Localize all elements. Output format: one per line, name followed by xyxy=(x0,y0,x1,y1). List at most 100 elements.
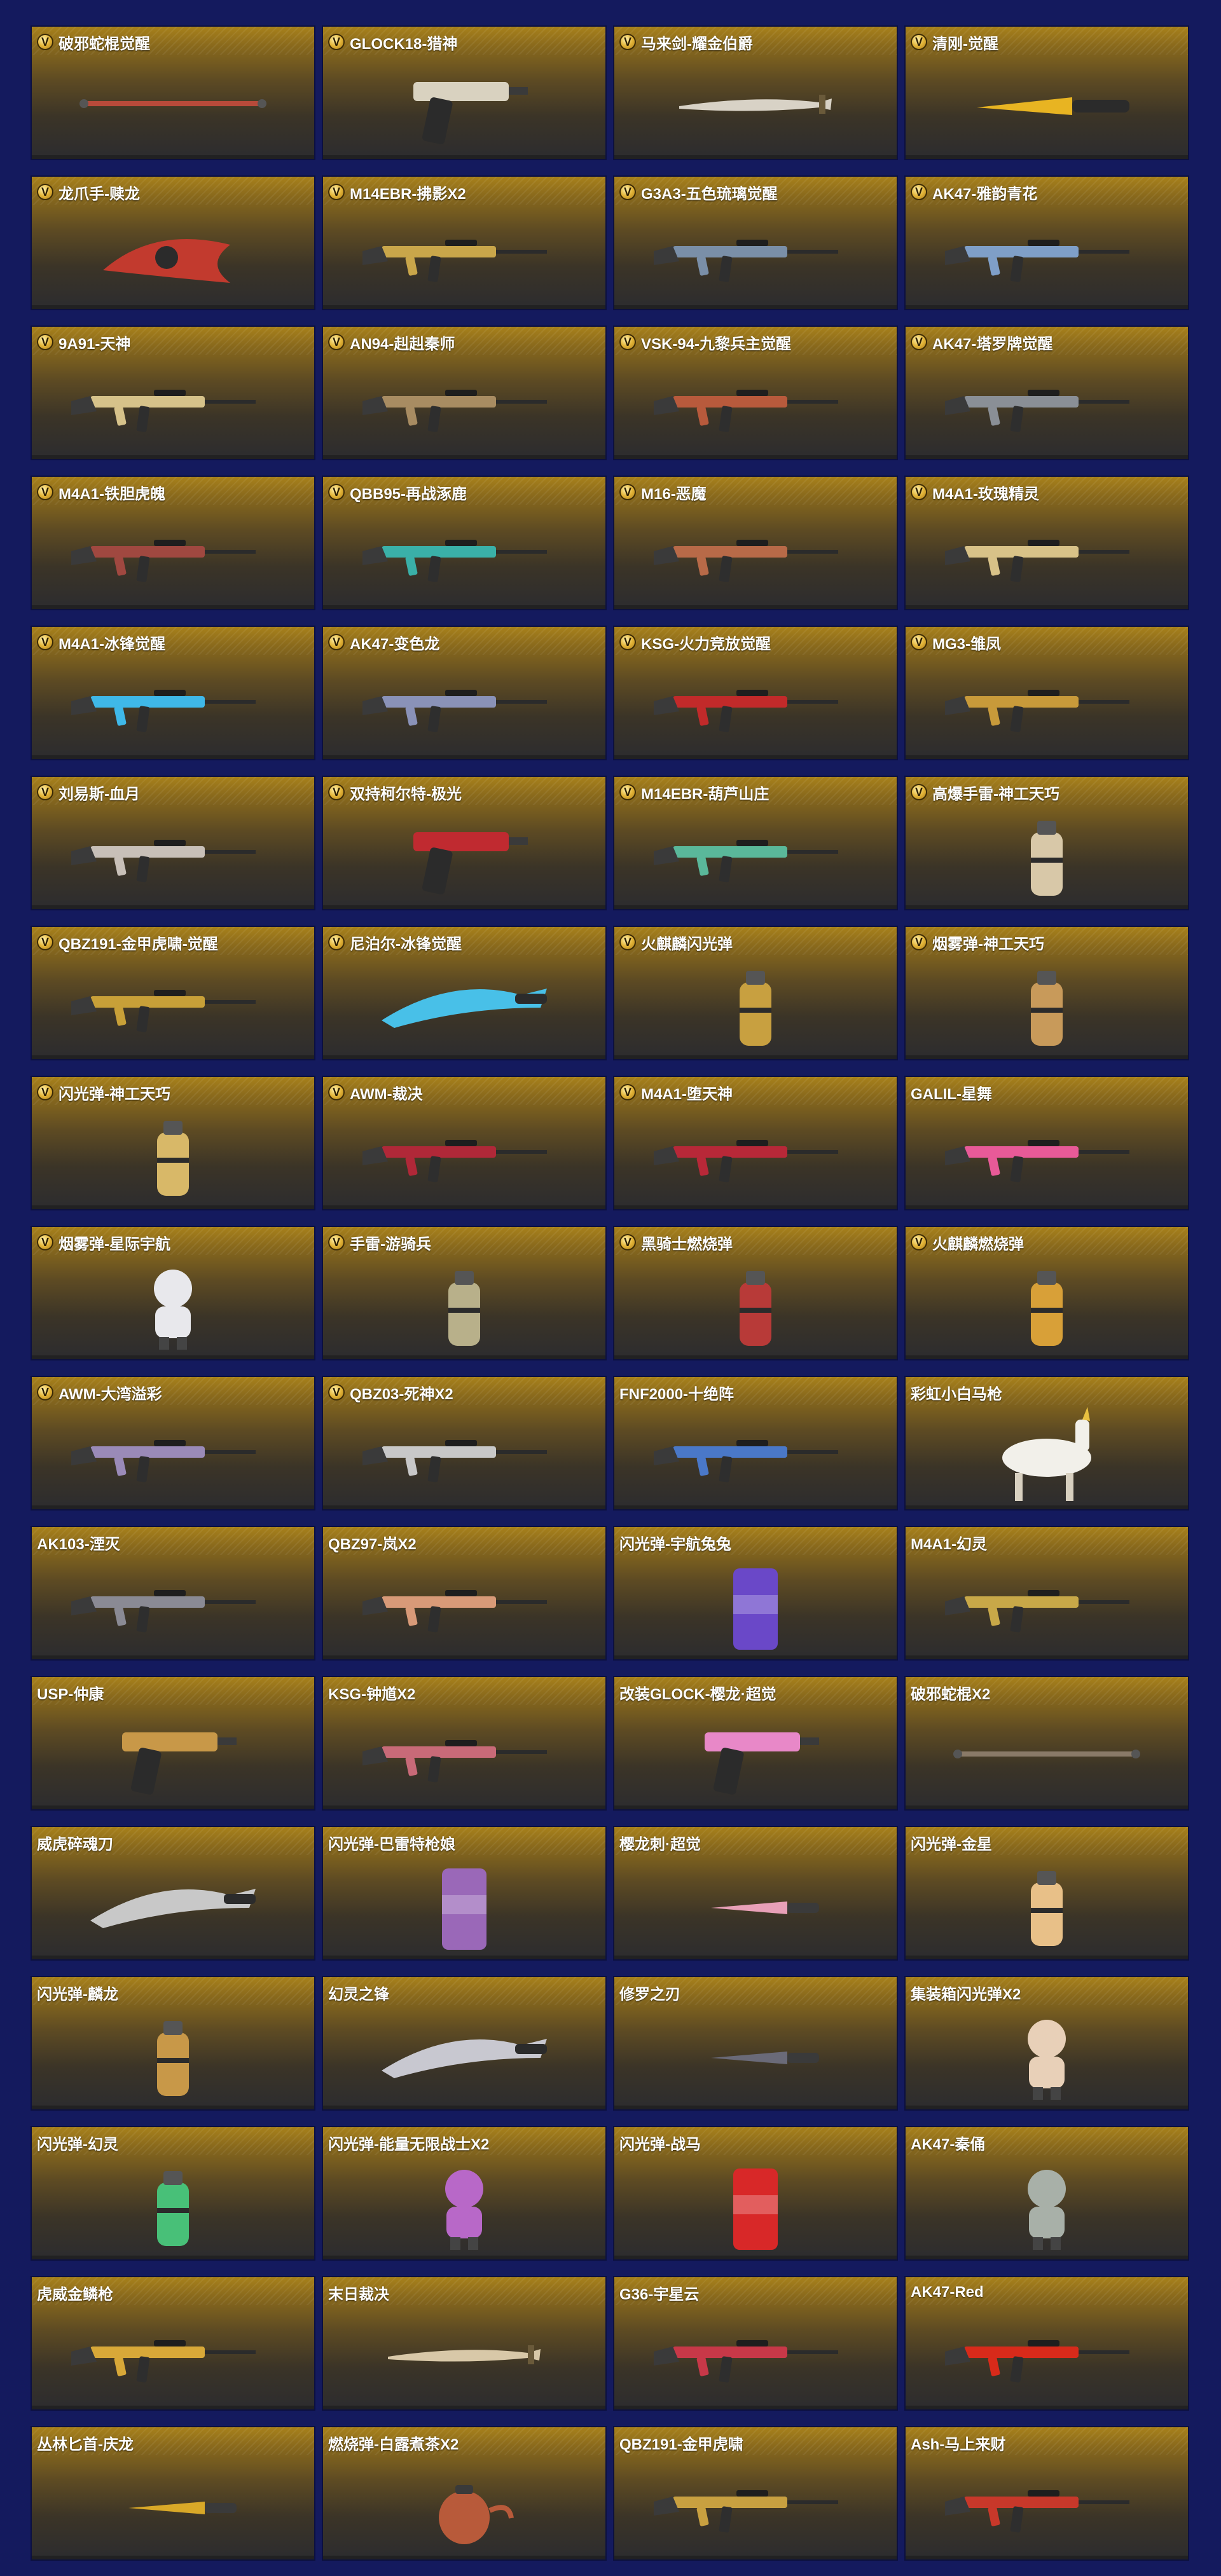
item-card[interactable]: V M14EBR-拂影X2 xyxy=(322,175,607,310)
v-badge-icon: V xyxy=(37,1384,53,1401)
v-badge-icon: V xyxy=(619,1084,636,1100)
card-header: V G3A3-五色琉璃觉醒 xyxy=(619,182,892,203)
item-card[interactable]: AK103-湮灭 xyxy=(31,1526,315,1661)
item-card[interactable]: USP-仲康 xyxy=(31,1676,315,1811)
item-card[interactable]: V AWM-大湾溢彩 xyxy=(31,1376,315,1511)
item-card[interactable]: V 手雷-游骑兵 xyxy=(322,1226,607,1360)
item-image xyxy=(32,205,314,304)
item-card[interactable]: 改装GLOCK-樱龙·超觉 xyxy=(613,1676,898,1811)
item-image xyxy=(906,2005,1188,2104)
item-name: QBB95-再战涿鹿 xyxy=(350,485,467,503)
item-name: KSG-火力竞放觉醒 xyxy=(641,635,771,653)
rifle-icon xyxy=(945,1140,1129,1182)
item-image xyxy=(906,55,1188,154)
item-card[interactable]: V 尼泊尔-冰锋觉醒 xyxy=(322,926,607,1060)
item-card[interactable]: 闪光弹-幻灵 xyxy=(31,2126,315,2261)
item-card[interactable]: 闪光弹-金星 xyxy=(904,1826,1189,1961)
item-card[interactable]: QBZ191-金甲虎啸 xyxy=(613,2426,898,2561)
item-card[interactable]: FNF2000-十绝阵 xyxy=(613,1376,898,1511)
item-card[interactable]: 集装箱闪光弹X2 xyxy=(904,1976,1189,2111)
item-card[interactable]: V M4A1-堕天神 xyxy=(613,1076,898,1210)
item-card[interactable]: 破邪蛇棍X2 xyxy=(904,1676,1189,1811)
item-image xyxy=(614,205,897,304)
item-card[interactable]: GALIL-星舞 xyxy=(904,1076,1189,1210)
item-card[interactable]: 修罗之刃 xyxy=(613,1976,898,2111)
rifle-icon xyxy=(71,390,256,432)
card-header: V 马来剑-耀金伯爵 xyxy=(619,32,892,53)
item-card[interactable]: V 黑骑士燃烧弹 xyxy=(613,1226,898,1360)
item-card[interactable]: V AK47-变色龙 xyxy=(322,626,607,760)
item-card[interactable]: V AK47-塔罗牌觉醒 xyxy=(904,325,1189,460)
item-card[interactable]: 虎威金鳞枪 xyxy=(31,2276,315,2411)
item-card[interactable]: 丛林匕首-庆龙 xyxy=(31,2426,315,2561)
item-card[interactable]: G36-宇星云 xyxy=(613,2276,898,2411)
item-card[interactable]: QBZ97-岚X2 xyxy=(322,1526,607,1661)
item-name: 樱龙刺·超觉 xyxy=(619,1835,701,1853)
item-card[interactable]: V M4A1-冰锋觉醒 xyxy=(31,626,315,760)
item-card[interactable]: AK47-秦俑 xyxy=(904,2126,1189,2261)
item-card[interactable]: V G3A3-五色琉璃觉醒 xyxy=(613,175,898,310)
v-badge-icon: V xyxy=(911,184,927,200)
item-card[interactable]: V AN94-赳赳秦师 xyxy=(322,325,607,460)
item-card[interactable]: V GLOCK18-猎神 xyxy=(322,25,607,160)
item-card[interactable]: V 火麒麟闪光弹 xyxy=(613,926,898,1060)
item-name: 幻灵之锋 xyxy=(328,1985,389,2003)
item-card[interactable]: V 刘易斯-血月 xyxy=(31,776,315,910)
item-image xyxy=(906,1705,1188,1804)
item-card[interactable]: V 清刚-觉醒 xyxy=(904,25,1189,160)
item-card[interactable]: 幻灵之锋 xyxy=(322,1976,607,2111)
item-card[interactable]: 末日裁决 xyxy=(322,2276,607,2411)
card-header: 幻灵之锋 xyxy=(328,1982,600,2003)
card-header: 威虎碎魂刀 xyxy=(37,1832,309,1853)
item-card[interactable]: 闪光弹-麟龙 xyxy=(31,1976,315,2111)
item-card[interactable]: V AK47-雅韵青花 xyxy=(904,175,1189,310)
v-badge-icon: V xyxy=(619,184,636,200)
item-card[interactable]: V M4A1-铁胆虎魄 xyxy=(31,476,315,610)
item-image xyxy=(906,1105,1188,1204)
item-card[interactable]: 燃烧弹-白露煮茶X2 xyxy=(322,2426,607,2561)
item-card[interactable]: 闪光弹-能量无限战士X2 xyxy=(322,2126,607,2261)
item-card[interactable]: M4A1-幻灵 xyxy=(904,1526,1189,1661)
item-card[interactable]: V KSG-火力竞放觉醒 xyxy=(613,626,898,760)
v-badge-icon: V xyxy=(619,34,636,50)
item-card[interactable]: V QBZ191-金甲虎啸-觉醒 xyxy=(31,926,315,1060)
item-image xyxy=(323,2305,605,2404)
card-header: V 破邪蛇棍觉醒 xyxy=(37,32,309,53)
item-card[interactable]: V AWM-裁决 xyxy=(322,1076,607,1210)
item-name: 双持柯尔特-极光 xyxy=(350,785,462,803)
item-card[interactable]: V MG3-雏凤 xyxy=(904,626,1189,760)
item-card[interactable]: V 破邪蛇棍觉醒 xyxy=(31,25,315,160)
item-image xyxy=(32,1855,314,1954)
item-card[interactable]: V 9A91-天神 xyxy=(31,325,315,460)
item-card[interactable]: 彩虹小白马枪 xyxy=(904,1376,1189,1511)
shotgun-icon xyxy=(362,1740,547,1783)
item-image xyxy=(614,505,897,604)
card-header: V 高爆手雷-神工天巧 xyxy=(911,782,1183,803)
item-card[interactable]: V 高爆手雷-神工天巧 xyxy=(904,776,1189,910)
item-card[interactable]: 樱龙刺·超觉 xyxy=(613,1826,898,1961)
item-card[interactable]: V VSK-94-九黎兵主觉醒 xyxy=(613,325,898,460)
item-card[interactable]: 闪光弹-宇航兔兔 xyxy=(613,1526,898,1661)
item-card[interactable]: AK47-Red xyxy=(904,2276,1189,2411)
item-card[interactable]: 闪光弹-巴雷特枪娘 xyxy=(322,1826,607,1961)
item-card[interactable]: V 火麒麟燃烧弹 xyxy=(904,1226,1189,1360)
item-card[interactable]: 闪光弹-战马 xyxy=(613,2126,898,2261)
item-card[interactable]: KSG-钟馗X2 xyxy=(322,1676,607,1811)
staff-icon xyxy=(79,99,266,108)
item-card[interactable]: Ash-马上来财 xyxy=(904,2426,1189,2561)
item-card[interactable]: V QBZ03-死神X2 xyxy=(322,1376,607,1511)
item-card[interactable]: V M14EBR-葫芦山庄 xyxy=(613,776,898,910)
incendiary-icon xyxy=(740,1271,771,1346)
item-card[interactable]: V 闪光弹-神工天巧 xyxy=(31,1076,315,1210)
item-card[interactable]: V 马来剑-耀金伯爵 xyxy=(613,25,898,160)
card-header: V QBZ191-金甲虎啸-觉醒 xyxy=(37,932,309,953)
item-card[interactable]: V M16-恶魔 xyxy=(613,476,898,610)
item-card[interactable]: V 烟雾弹-神工天巧 xyxy=(904,926,1189,1060)
item-card[interactable]: V QBB95-再战涿鹿 xyxy=(322,476,607,610)
rifle-icon xyxy=(945,240,1129,282)
item-card[interactable]: V M4A1-玫瑰精灵 xyxy=(904,476,1189,610)
item-card[interactable]: 威虎碎魂刀 xyxy=(31,1826,315,1961)
item-card[interactable]: V 双持柯尔特-极光 xyxy=(322,776,607,910)
item-card[interactable]: V 龙爪手-赎龙 xyxy=(31,175,315,310)
item-card[interactable]: V 烟雾弹-星际宇航 xyxy=(31,1226,315,1360)
